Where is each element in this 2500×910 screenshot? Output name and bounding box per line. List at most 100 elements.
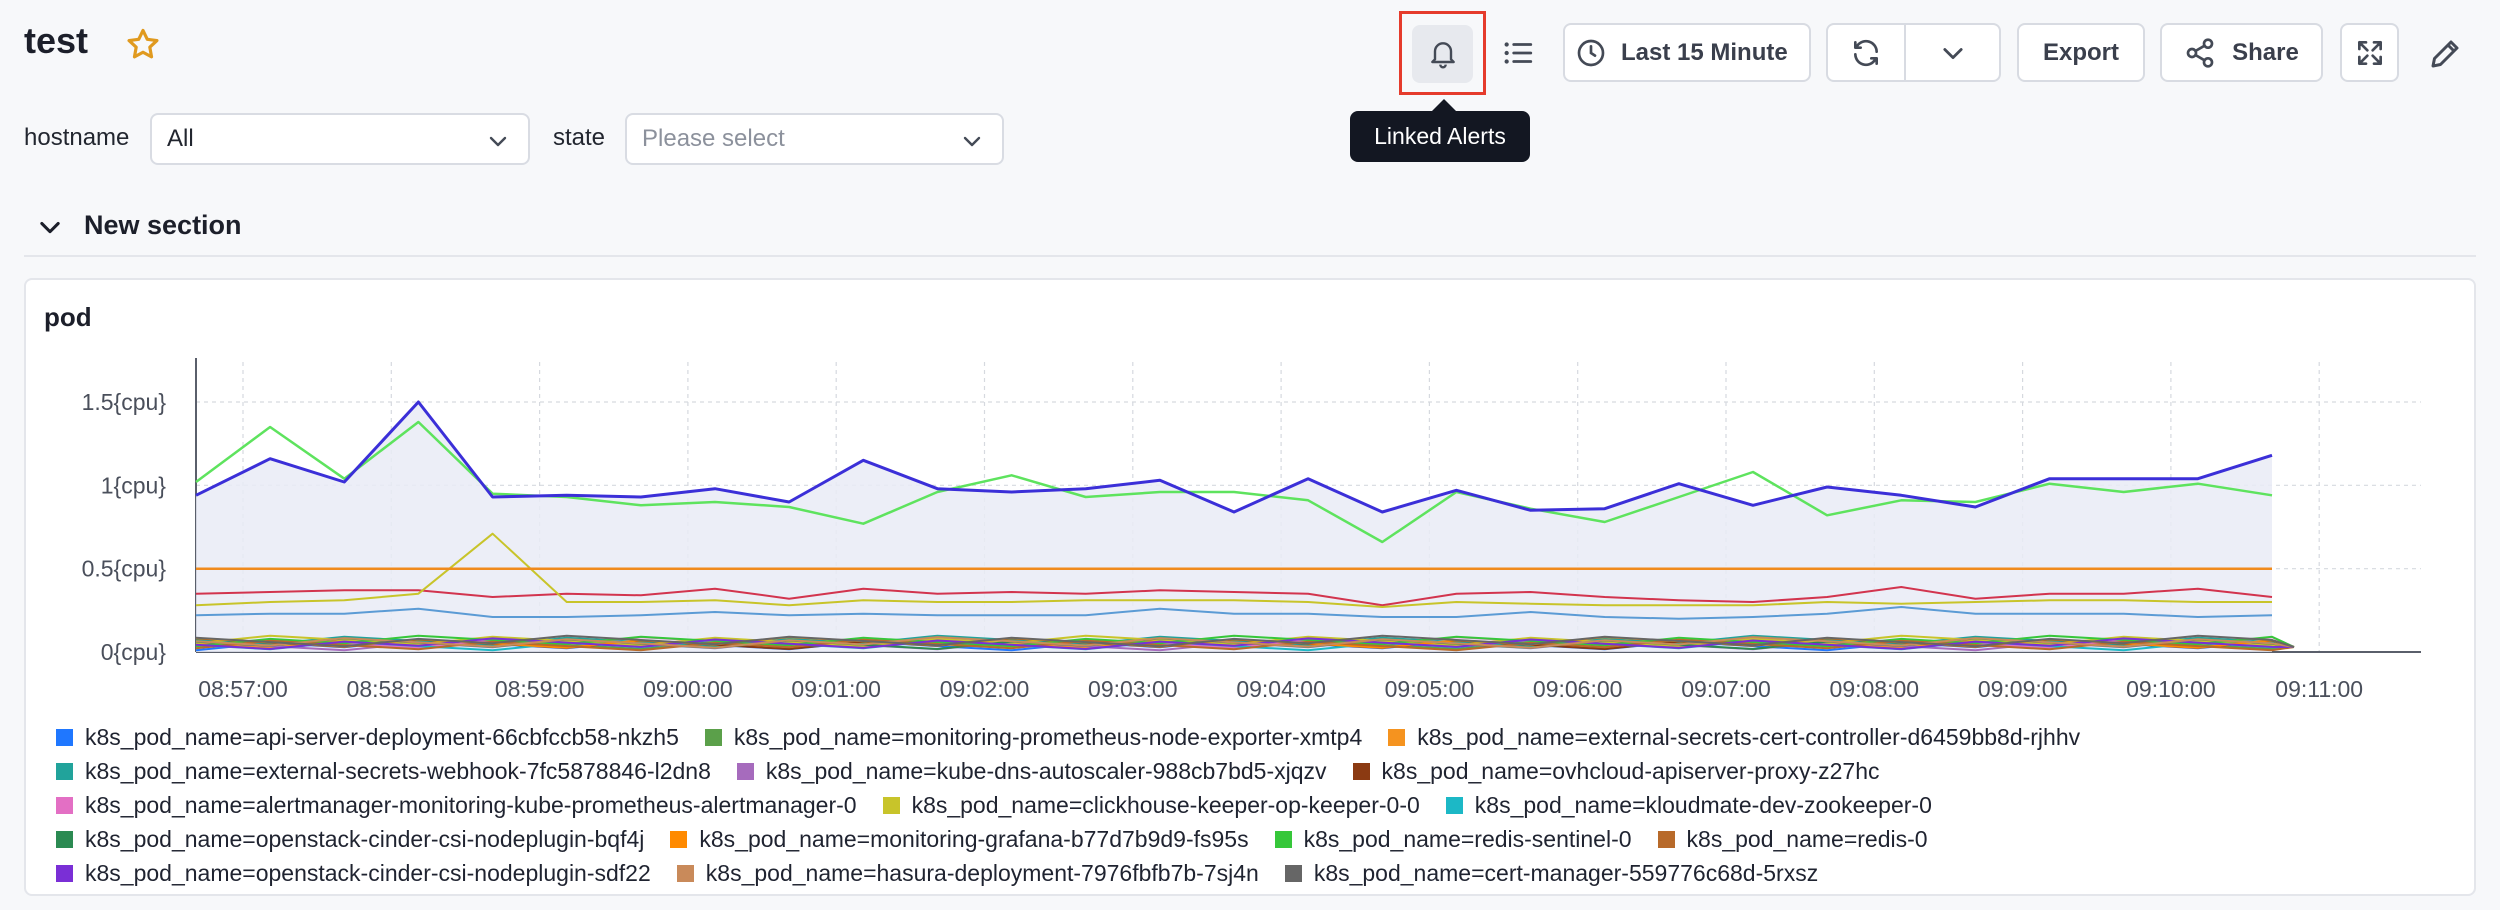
legend-label: k8s_pod_name=redis-0 [1686, 825, 1928, 852]
legend-item[interactable]: k8s_pod_name=api-server-deployment-66cbf… [56, 724, 679, 751]
legend-row: k8s_pod_name=external-secrets-webhook-7f… [56, 754, 2466, 788]
legend-swatch [1284, 864, 1302, 882]
legend-item[interactable]: k8s_pod_name=openstack-cinder-csi-nodepl… [56, 860, 651, 887]
legend-row: k8s_pod_name=openstack-cinder-csi-nodepl… [56, 822, 2466, 856]
section-divider [24, 255, 2476, 257]
x-tick-label: 09:09:00 [1978, 676, 2068, 702]
chevron-down-icon [489, 136, 507, 147]
legend-item[interactable]: k8s_pod_name=redis-0 [1657, 825, 1928, 853]
legend-label: k8s_pod_name=monitoring-prometheus-node-… [733, 723, 1363, 750]
bell-icon [1430, 42, 1455, 69]
x-tick-label: 09:08:00 [1830, 676, 1920, 702]
legend-swatch [56, 864, 73, 882]
legend-label: k8s_pod_name=monitoring-grafana-b77d7b9d… [699, 825, 1249, 852]
legend-label: k8s_pod_name=kloudmate-dev-zookeeper-0 [1474, 791, 1932, 818]
legend-item[interactable]: k8s_pod_name=openstack-cinder-csi-nodepl… [56, 826, 644, 853]
chevron-down-icon [1942, 47, 1963, 59]
x-tick-label: 09:05:00 [1385, 676, 1475, 702]
legend-swatch [704, 728, 722, 746]
chevron-down-icon [963, 136, 981, 147]
legend-label: k8s_pod_name=alertmanager-monitoring-kub… [85, 791, 857, 818]
legend-item[interactable]: k8s_pod_name=external-secrets-cert-contr… [1388, 724, 2080, 751]
legend-swatch [56, 830, 73, 848]
section-title: New section [84, 210, 242, 240]
legend-swatch [1657, 830, 1675, 848]
legend-swatch [1445, 796, 1463, 814]
legend-row: k8s_pod_name=openstack-cinder-csi-nodepl… [56, 856, 2466, 890]
x-tick-label: 08:58:00 [347, 676, 437, 702]
x-tick-label: 08:59:00 [495, 676, 585, 702]
legend-swatch [736, 762, 754, 780]
favorite-star-icon[interactable] [124, 26, 162, 64]
legend-item[interactable]: k8s_pod_name=ovhcloud-apiserver-proxy-z2… [1352, 757, 1880, 785]
legend-swatch [1274, 830, 1292, 848]
refresh-icon [1854, 39, 1878, 66]
export-button[interactable]: Export [2017, 23, 2145, 82]
linked-alerts-button[interactable] [1412, 25, 1473, 83]
series-line [195, 400, 2273, 514]
hostname-select[interactable]: All [150, 113, 530, 165]
legend-label: k8s_pod_name=redis-sentinel-0 [1303, 825, 1632, 852]
legend-swatch [56, 796, 73, 814]
legend-label: k8s_pod_name=kube-dns-autoscaler-988cb7b… [765, 757, 1327, 784]
legend-label: k8s_pod_name=cert-manager-559776c68d-5rx… [1313, 859, 1819, 886]
dashboard-title: test [24, 20, 89, 61]
linked-alerts-highlight [1399, 11, 1486, 95]
x-tick-label: 09:04:00 [1236, 676, 1326, 702]
x-tick-label: 09:01:00 [791, 676, 881, 702]
legend-item[interactable]: k8s_pod_name=external-secrets-webhook-7f… [56, 758, 711, 785]
list-icon[interactable] [1500, 36, 1536, 70]
time-range-label: Last 15 Minute [1621, 38, 1788, 66]
legend-label: k8s_pod_name=openstack-cinder-csi-nodepl… [85, 859, 651, 886]
legend-label: k8s_pod_name=ovhcloud-apiserver-proxy-z2… [1381, 757, 1880, 784]
fullscreen-button[interactable] [2340, 23, 2399, 82]
section-collapse-chevron-icon[interactable] [36, 213, 64, 241]
legend-swatch [56, 762, 73, 780]
time-range-button[interactable]: Last 15 Minute [1563, 23, 1811, 82]
legend-item[interactable]: k8s_pod_name=kube-dns-autoscaler-988cb7b… [736, 757, 1327, 785]
refresh-button[interactable] [1826, 23, 1906, 82]
legend-label: k8s_pod_name=clickhouse-keeper-op-keeper… [911, 791, 1420, 818]
state-select[interactable]: Please select [625, 113, 1004, 165]
x-tick-label: 09:06:00 [1533, 676, 1623, 702]
x-tick-label: 09:10:00 [2126, 676, 2216, 702]
legend-label: k8s_pod_name=external-secrets-webhook-7f… [85, 757, 711, 784]
legend-label: k8s_pod_name=openstack-cinder-csi-nodepl… [85, 825, 645, 852]
x-tick-label: 09:02:00 [940, 676, 1030, 702]
pod-panel: pod 08:57:00 08:58:00 08:59:00 09:00:00 09:0… [24, 278, 2476, 896]
legend-item[interactable]: k8s_pod_name=monitoring-prometheus-node-… [704, 723, 1363, 751]
x-tick-label: 09:11:00 [2275, 676, 2363, 702]
x-tick-label: 09:07:00 [1681, 676, 1771, 702]
legend-row: k8s_pod_name=alertmanager-monitoring-kub… [56, 788, 2466, 822]
pod-cpu-chart: 08:57:00 08:58:00 08:59:00 09:00:00 09:01:00… [82, 358, 2421, 702]
legend-label: k8s_pod_name=external-secrets-cert-contr… [1417, 723, 2081, 750]
x-tick-label: 09:03:00 [1088, 676, 1178, 702]
legend-swatch [882, 796, 900, 814]
share-button[interactable]: Share [2160, 23, 2323, 82]
legend-item[interactable]: k8s_pod_name=hasura-deployment-7976fbfb7… [676, 860, 1259, 887]
legend-swatch [56, 728, 73, 746]
expand-icon [2357, 40, 2382, 65]
legend-label: k8s_pod_name=api-server-deployment-66cbf… [85, 723, 679, 750]
legend-item[interactable]: k8s_pod_name=clickhouse-keeper-op-keeper… [882, 791, 1420, 819]
legend-swatch [1352, 762, 1370, 780]
legend-swatch [1388, 728, 1406, 746]
x-tick-label: 09:00:00 [643, 676, 733, 702]
legend-swatch [676, 864, 694, 882]
y-tick-label: 1.5{cpu} [82, 389, 167, 415]
share-icon [2186, 37, 2214, 68]
state-select-placeholder: Please select [642, 125, 785, 152]
y-tick-label: 0{cpu} [101, 639, 167, 665]
chart-legend: k8s_pod_name=api-server-deployment-66cbf… [56, 720, 2466, 894]
legend-item[interactable]: k8s_pod_name=monitoring-grafana-b77d7b9d… [670, 825, 1249, 853]
legend-item[interactable]: k8s_pod_name=redis-sentinel-0 [1274, 825, 1632, 853]
edit-pencil-icon[interactable] [2427, 36, 2463, 72]
y-tick-label: 0.5{cpu} [82, 556, 167, 582]
legend-item[interactable]: k8s_pod_name=kloudmate-dev-zookeeper-0 [1445, 791, 1932, 819]
refresh-interval-dropdown[interactable] [1904, 23, 2001, 82]
filter-label-state: state [553, 124, 606, 151]
legend-item[interactable]: k8s_pod_name=cert-manager-559776c68d-5rx… [1284, 859, 1819, 887]
x-tick-label: 08:57:00 [198, 676, 288, 702]
legend-item[interactable]: k8s_pod_name=alertmanager-monitoring-kub… [56, 792, 857, 819]
linked-alerts-tooltip: Linked Alerts [1350, 99, 1530, 162]
